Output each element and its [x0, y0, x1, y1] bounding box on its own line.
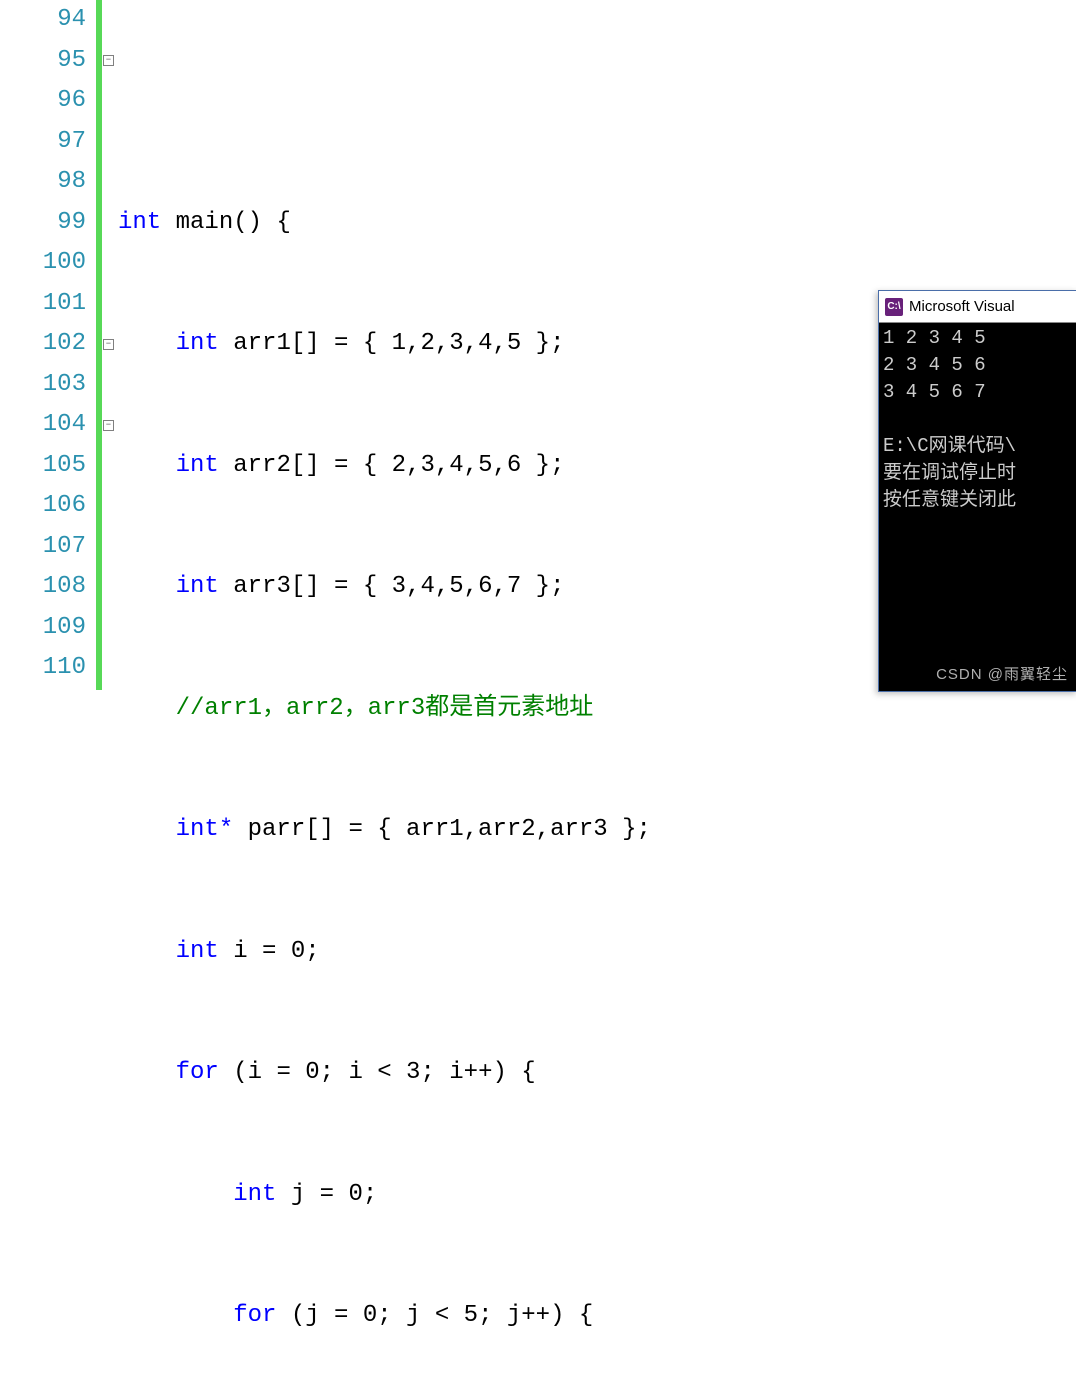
console-line: 1 2 3 4 5: [883, 327, 986, 349]
line-number: 104: [0, 405, 86, 446]
keyword: int: [176, 330, 219, 357]
line-number: 105: [0, 446, 86, 487]
line-number: 100: [0, 243, 86, 284]
keyword: int: [233, 1181, 276, 1208]
line-number: 95: [0, 41, 86, 82]
keyword: int: [176, 573, 219, 600]
console-window[interactable]: C:\ Microsoft Visual 1 2 3 4 5 2 3 4 5 6…: [878, 290, 1076, 692]
keyword: int*: [176, 816, 234, 843]
code-line[interactable]: int* parr[] = { arr1,arr2,arr3 };: [118, 810, 1076, 851]
fold-toggle-icon[interactable]: −: [103, 55, 114, 66]
keyword: for: [176, 1059, 219, 1086]
watermark: CSDN @雨翼轻尘: [936, 663, 1068, 684]
console-line: E:\C网课代码\: [883, 435, 1016, 457]
line-number: 99: [0, 203, 86, 244]
code-line[interactable]: int j = 0;: [118, 1175, 1076, 1216]
code-line[interactable]: //arr1，arr2，arr3都是首元素地址: [118, 689, 1076, 730]
keyword: int: [176, 938, 219, 965]
keyword: for: [233, 1302, 276, 1329]
console-title: Microsoft Visual: [909, 298, 1015, 315]
line-number: 96: [0, 81, 86, 122]
line-number: 107: [0, 527, 86, 568]
code-line[interactable]: int main() {: [118, 203, 1076, 244]
fold-column: − − −: [102, 0, 116, 690]
line-number: 106: [0, 486, 86, 527]
fold-toggle-icon[interactable]: −: [103, 420, 114, 431]
line-number: 103: [0, 365, 86, 406]
console-line: 要在调试停止时: [883, 462, 1016, 484]
line-number: 110: [0, 648, 86, 689]
line-number: 109: [0, 608, 86, 649]
code-line[interactable]: for (j = 0; j < 5; j++) {: [118, 1296, 1076, 1337]
console-output[interactable]: 1 2 3 4 5 2 3 4 5 6 3 4 5 6 7 E:\C网课代码\ …: [879, 323, 1076, 691]
console-titlebar[interactable]: C:\ Microsoft Visual: [879, 291, 1076, 323]
code-line[interactable]: for (i = 0; i < 3; i++) {: [118, 1053, 1076, 1094]
line-number: 108: [0, 567, 86, 608]
console-line: 2 3 4 5 6: [883, 354, 986, 376]
vs-console-icon: C:\: [885, 298, 903, 316]
keyword: int: [176, 452, 219, 479]
fold-toggle-icon[interactable]: −: [103, 339, 114, 350]
console-line: 按任意键关闭此: [883, 489, 1016, 511]
line-number: 94: [0, 0, 86, 41]
line-number-gutter: 9495969798991001011021031041051061071081…: [0, 0, 96, 690]
console-line: 3 4 5 6 7: [883, 381, 986, 403]
line-number: 98: [0, 162, 86, 203]
code-line[interactable]: int i = 0;: [118, 932, 1076, 973]
keyword: int: [118, 209, 161, 236]
code-line[interactable]: [118, 81, 1076, 122]
line-number: 97: [0, 122, 86, 163]
line-number: 102: [0, 324, 86, 365]
comment: //arr1，arr2，arr3都是首元素地址: [176, 695, 594, 722]
line-number: 101: [0, 284, 86, 325]
